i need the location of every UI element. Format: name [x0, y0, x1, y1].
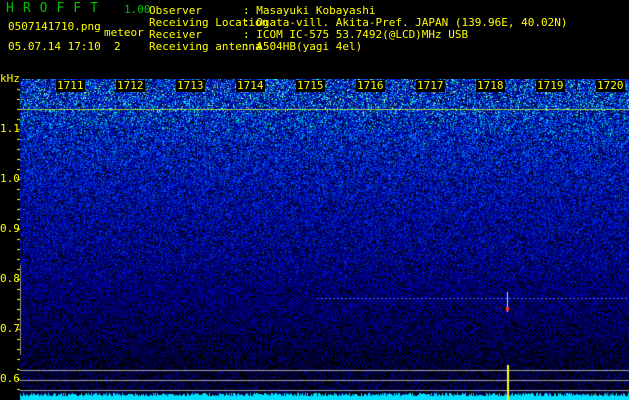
info-value: : A504HB(yagi 4el) [243, 40, 363, 53]
filename: 0507141710.png [8, 20, 101, 33]
x-tick-label: 1711 [56, 79, 85, 92]
y-tick-label: 0.7 [0, 322, 20, 335]
datetime: 05.07.14 17:10 [8, 40, 101, 53]
x-tick-label: 1717 [416, 79, 445, 92]
y-tick-label: 1.0 [0, 172, 20, 185]
x-tick-label: 1718 [476, 79, 505, 92]
x-tick-label: 1714 [236, 79, 265, 92]
y-tick-label: 1.1 [0, 122, 20, 135]
x-tick-label: 1712 [116, 79, 145, 92]
y-tick-label: 0.8 [0, 272, 20, 285]
spectrogram [17, 79, 629, 400]
y-tick-label: 0.9 [0, 222, 20, 235]
app-version: 1.00 [124, 3, 151, 16]
y-tick-label: 0.6 [0, 372, 20, 385]
app-name: HROFFT [6, 1, 107, 16]
x-tick-label: 1716 [356, 79, 385, 92]
y-axis-label: kHz [0, 72, 20, 85]
meteor-count: 2 [114, 40, 121, 53]
x-tick-label: 1719 [536, 79, 565, 92]
x-tick-label: 1720 [596, 79, 625, 92]
x-tick-label: 1713 [176, 79, 205, 92]
meteor-label: meteor [104, 26, 144, 39]
x-tick-label: 1715 [296, 79, 325, 92]
